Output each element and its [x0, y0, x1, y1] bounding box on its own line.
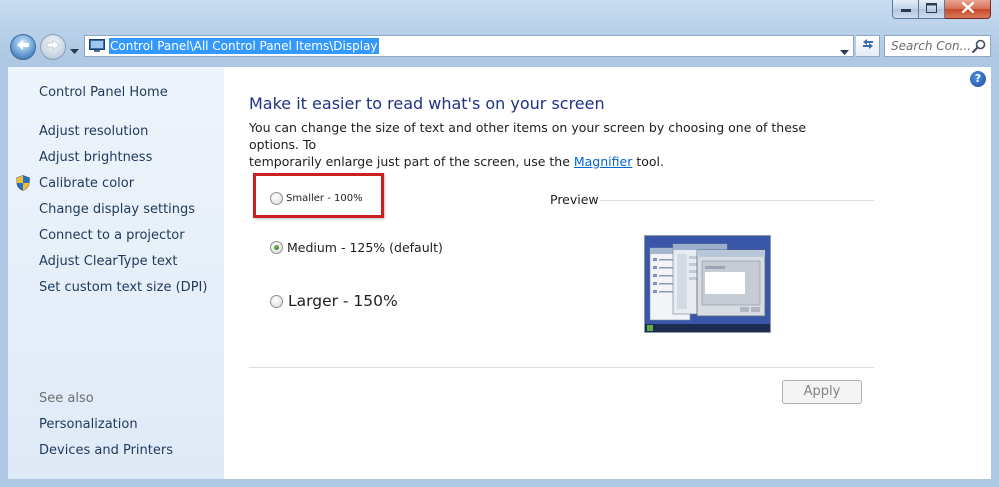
- caption-buttons: [892, 0, 991, 21]
- radio-label-smaller: Smaller - 100%: [286, 193, 363, 204]
- section-divider: [249, 367, 874, 368]
- page-title: Make it easier to read what's on your sc…: [249, 94, 605, 113]
- sidebar-item-adjust-brightness[interactable]: Adjust brightness: [39, 150, 152, 165]
- minimize-icon: [900, 2, 911, 17]
- main-content: ? Make it easier to read what's on your …: [224, 67, 991, 479]
- search-placeholder: Search Con...: [891, 39, 972, 53]
- forward-arrow-icon: [46, 39, 60, 55]
- magnifier-link[interactable]: Magnifier: [574, 154, 632, 169]
- sidebar-item-control-panel-home[interactable]: Control Panel Home: [39, 85, 168, 100]
- forward-button[interactable]: [40, 34, 66, 60]
- page-description: You can change the size of text and othe…: [249, 119, 849, 170]
- shield-icon: [16, 175, 30, 195]
- description-line-2-start: temporarily enlarge just part of the scr…: [249, 154, 574, 169]
- address-bar[interactable]: Control Panel\All Control Panel Items\Di…: [84, 35, 854, 57]
- radio-larger-150[interactable]: Larger - 150%: [270, 292, 398, 310]
- sidebar-item-adjust-resolution[interactable]: Adjust resolution: [39, 124, 148, 139]
- radio-button-smaller[interactable]: [270, 192, 283, 205]
- back-arrow-icon: [16, 39, 30, 55]
- radio-button-medium[interactable]: [270, 241, 283, 254]
- description-line-1: You can change the size of text and othe…: [249, 120, 807, 152]
- radio-label-medium: Medium - 125% (default): [287, 240, 443, 255]
- description-line-2-end: tool.: [632, 154, 664, 169]
- window-bottom-border: [0, 479, 999, 487]
- window-frame: Control Panel\All Control Panel Items\Di…: [0, 0, 999, 487]
- sidebar-item-set-custom-text-size[interactable]: Set custom text size (DPI): [39, 280, 207, 295]
- sidebar-item-calibrate-color[interactable]: Calibrate color: [39, 176, 134, 191]
- preview-image: [644, 235, 771, 333]
- sidebar-item-connect-to-projector[interactable]: Connect to a projector: [39, 228, 185, 243]
- refresh-icon: [861, 38, 875, 54]
- see-also-heading: See also: [39, 391, 94, 406]
- radio-medium-125[interactable]: Medium - 125% (default): [270, 240, 443, 255]
- radio-button-larger[interactable]: [270, 294, 283, 308]
- help-icon[interactable]: ?: [970, 71, 986, 87]
- sidebar-item-personalization[interactable]: Personalization: [39, 417, 138, 432]
- refresh-button[interactable]: [856, 35, 880, 57]
- maximize-button[interactable]: [919, 0, 945, 19]
- sidebar-item-change-display-settings[interactable]: Change display settings: [39, 202, 195, 217]
- search-icon[interactable]: [972, 39, 986, 57]
- recent-pages-dropdown-icon[interactable]: [70, 43, 79, 58]
- sidebar: Control Panel Home Adjust resolution Adj…: [8, 67, 224, 479]
- preview-label: Preview: [550, 192, 599, 207]
- search-box[interactable]: Search Con...: [884, 35, 991, 57]
- address-path[interactable]: Control Panel\All Control Panel Items\Di…: [109, 38, 379, 54]
- radio-label-larger: Larger - 150%: [288, 292, 398, 310]
- apply-button[interactable]: Apply: [782, 380, 862, 404]
- minimize-button[interactable]: [892, 0, 919, 19]
- address-dropdown-icon[interactable]: [840, 44, 849, 59]
- maximize-icon: [926, 2, 937, 17]
- back-button[interactable]: [10, 34, 36, 60]
- sidebar-item-devices-and-printers[interactable]: Devices and Printers: [39, 443, 173, 458]
- control-panel-icon: [89, 39, 105, 57]
- close-button[interactable]: [945, 0, 991, 19]
- radio-smaller-100[interactable]: Smaller - 100%: [270, 192, 363, 205]
- navigation-bar: Control Panel\All Control Panel Items\Di…: [8, 33, 991, 61]
- close-icon: [961, 1, 974, 17]
- preview-divider: [600, 200, 874, 201]
- sidebar-item-adjust-cleartype-text[interactable]: Adjust ClearType text: [39, 254, 177, 269]
